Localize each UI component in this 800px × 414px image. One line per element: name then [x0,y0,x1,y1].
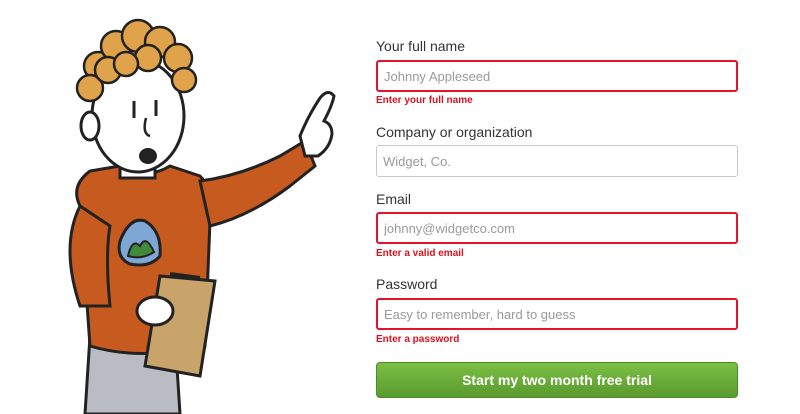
company-input[interactable] [376,145,738,177]
start-trial-button[interactable]: Start my two month free trial [376,362,738,398]
full-name-error: Enter your full name [376,95,473,106]
password-error: Enter a password [376,334,460,345]
email-label: Email [376,191,412,207]
cartoon-person-pointing-icon [68,18,336,414]
email-error: Enter a valid email [376,248,464,259]
full-name-label: Your full name [376,38,465,54]
full-name-input[interactable] [376,60,738,92]
company-label: Company or organization [376,124,533,140]
email-input[interactable] [376,212,738,244]
password-input[interactable] [376,298,738,330]
signup-page: Your full name Enter your full name Comp… [0,0,800,414]
password-label: Password [376,276,438,292]
